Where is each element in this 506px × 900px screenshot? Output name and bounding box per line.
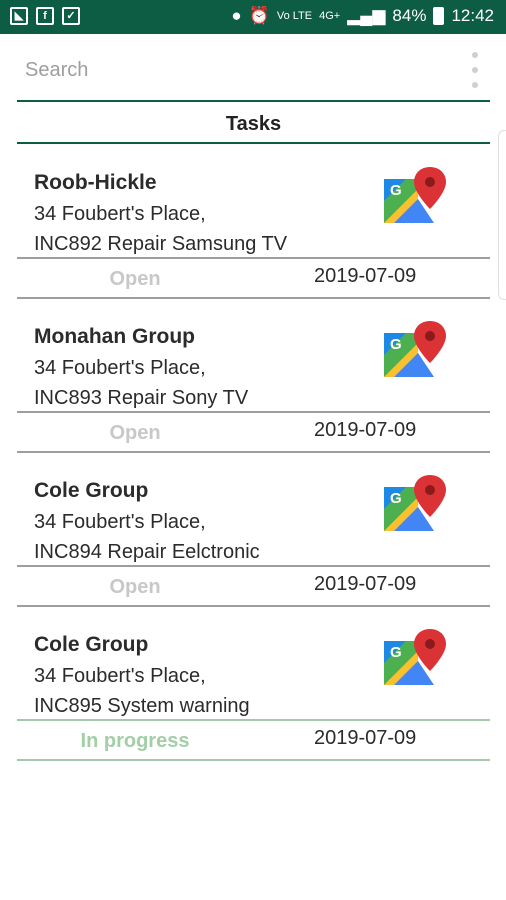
svg-text:G: G: [390, 336, 402, 353]
status-bar: ◣ f ✓ ● ⏰ Vo LTE 4G+ ▂▄▆ 84% 12:42: [0, 0, 506, 34]
task-address: 34 Foubert's Place,: [34, 511, 206, 533]
task-customer-name: Monahan Group: [34, 325, 195, 348]
task-description: INC893 Repair Sony TV: [34, 387, 249, 409]
scrollbar[interactable]: [498, 130, 506, 300]
battery-icon: [433, 7, 445, 25]
page-title: Tasks: [17, 108, 490, 144]
divider: [17, 297, 490, 299]
task-address: 34 Foubert's Place,: [34, 203, 206, 225]
status-badge: Open: [109, 422, 161, 444]
network-label: Vo LTE: [276, 10, 313, 22]
search-input[interactable]: [23, 54, 447, 86]
status-badge: Open: [109, 576, 161, 598]
divider: [17, 759, 490, 761]
google-maps-icon[interactable]: G: [382, 319, 450, 379]
divider: [17, 719, 490, 721]
checklist-icon: ✓: [62, 7, 80, 25]
task-date: 2019-07-09: [314, 419, 417, 441]
divider: [17, 411, 490, 413]
divider: [17, 451, 490, 453]
google-maps-icon[interactable]: G: [382, 473, 450, 533]
task-description: INC892 Repair Samsung TV: [34, 233, 288, 255]
task-customer-name: Roob-Hickle: [34, 171, 157, 194]
task-address: 34 Foubert's Place,: [34, 665, 206, 687]
status-badge: In progress: [80, 730, 190, 752]
divider: [17, 257, 490, 259]
task-card[interactable]: Monahan Group 34 Foubert's Place, INC893…: [17, 311, 490, 465]
svg-text:G: G: [390, 490, 402, 507]
task-date: 2019-07-09: [314, 265, 417, 287]
task-description: INC894 Repair Eelctronic: [34, 541, 260, 563]
svg-text:G: G: [390, 182, 402, 199]
overflow-menu-icon[interactable]: [470, 52, 480, 88]
facebook-icon: f: [36, 7, 54, 25]
messenger-icon: ◣: [10, 7, 28, 25]
task-description: INC895 System warning: [34, 695, 250, 717]
search-bar: [17, 44, 490, 102]
task-address: 34 Foubert's Place,: [34, 357, 206, 379]
google-maps-icon[interactable]: G: [382, 165, 450, 225]
task-date: 2019-07-09: [314, 727, 417, 749]
battery-percent: 84%: [392, 6, 427, 25]
google-maps-icon[interactable]: G: [382, 627, 450, 687]
alarm-icon: ⏰: [248, 6, 270, 25]
divider: [17, 605, 490, 607]
task-customer-name: Cole Group: [34, 479, 149, 502]
divider: [17, 565, 490, 567]
signal-label: 4G+: [319, 10, 341, 22]
task-customer-name: Cole Group: [34, 633, 149, 656]
clock: 12:42: [451, 6, 494, 25]
status-badge: Open: [109, 268, 161, 290]
task-card[interactable]: Cole Group 34 Foubert's Place, INC895 Sy…: [17, 619, 490, 773]
location-icon: ●: [231, 6, 242, 25]
task-card[interactable]: Cole Group 34 Foubert's Place, INC894 Re…: [17, 465, 490, 619]
svg-text:G: G: [390, 644, 402, 661]
notification-icons: ◣ f ✓: [10, 7, 80, 25]
system-indicators: ● ⏰ Vo LTE 4G+ ▂▄▆ 84% 12:42: [231, 6, 494, 26]
task-date: 2019-07-09: [314, 573, 417, 595]
signal-icon: ▂▄▆: [347, 6, 386, 25]
task-card[interactable]: Roob-Hickle 34 Foubert's Place, INC892 R…: [17, 157, 490, 311]
